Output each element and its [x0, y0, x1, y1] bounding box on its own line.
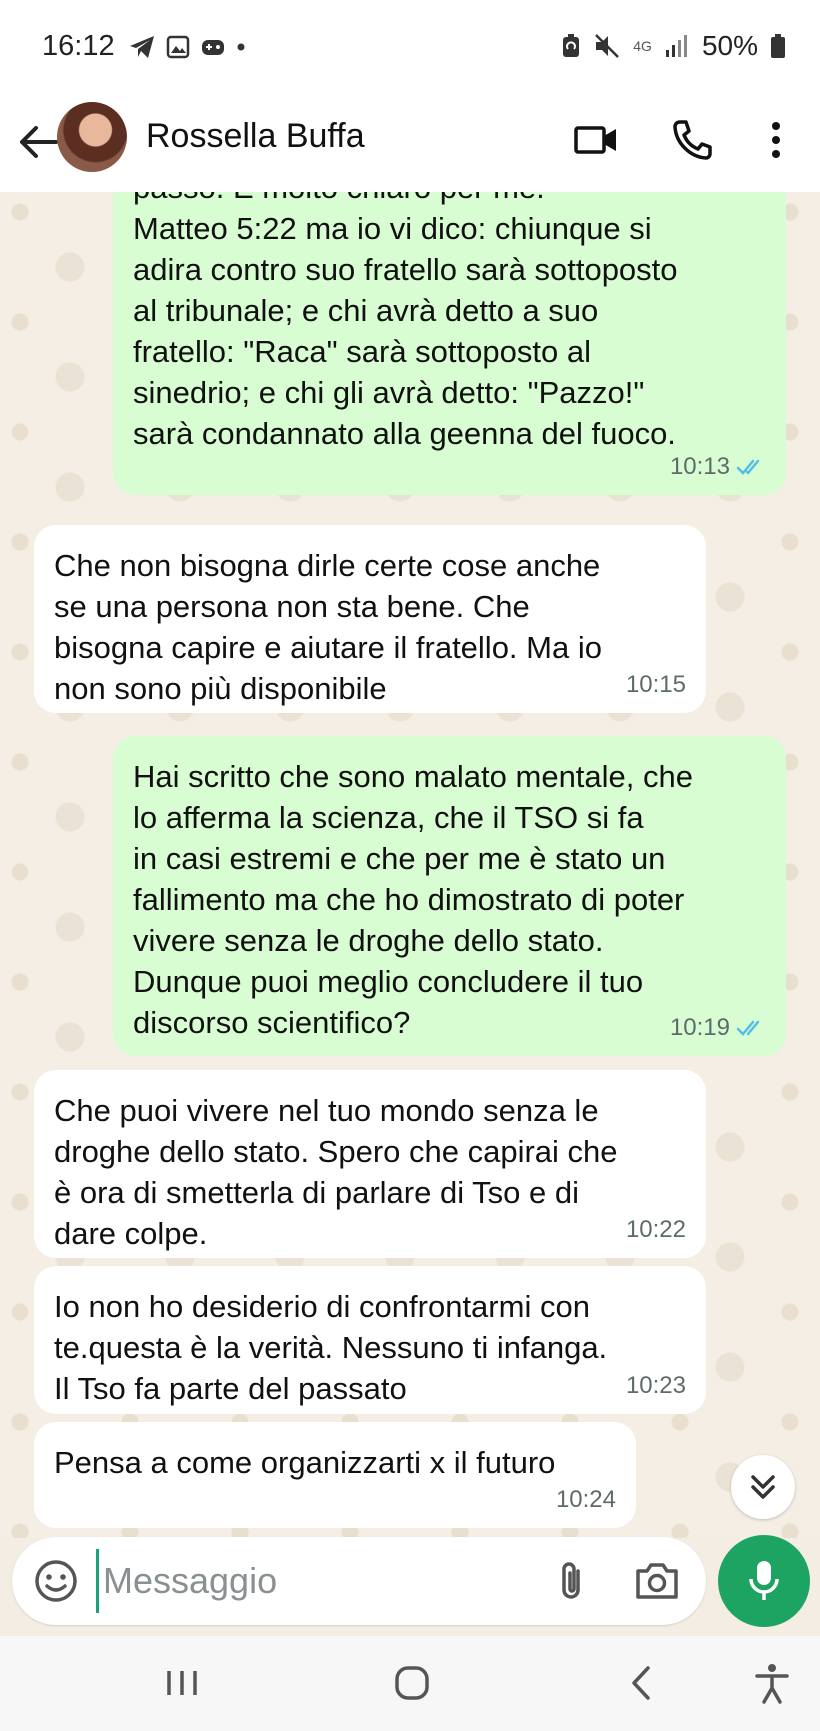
notification-icons: [128, 34, 246, 60]
chat-area[interactable]: passo. È molto chiaro per me. Matteo 5:2…: [0, 192, 820, 1538]
back-icon[interactable]: [617, 1658, 667, 1708]
video-call-icon[interactable]: [572, 116, 620, 164]
message-incoming[interactable]: Io non ho desiderio di confrontarmi con …: [34, 1266, 706, 1414]
message-meta: 10:22: [626, 1209, 686, 1250]
status-time: 16:12: [42, 30, 115, 62]
message-meta: 10:19: [670, 1007, 766, 1048]
system-icons: 4G 50%: [561, 30, 786, 62]
dot-icon: [237, 43, 245, 51]
message-input[interactable]: [96, 1549, 525, 1613]
double-chevron-down-icon: [751, 1475, 775, 1499]
mute-icon: [595, 34, 620, 58]
game-icon: [202, 40, 224, 55]
battery-percent: 50%: [701, 30, 758, 61]
contact-name[interactable]: Rossella Buffa: [146, 117, 365, 156]
mic-icon: [749, 1561, 779, 1600]
message-meta: 10:24: [556, 1479, 616, 1520]
message-text: Io non ho desiderio di confrontarmi con …: [54, 1289, 608, 1406]
recents-icon[interactable]: [157, 1658, 207, 1708]
signal-icon: [665, 35, 687, 57]
message-outgoing[interactable]: Hai scritto che sono malato mentale, che…: [113, 736, 786, 1056]
message-text: Che puoi vivere nel tuo mondo senza le d…: [54, 1093, 618, 1251]
gallery-icon: [166, 35, 190, 59]
read-ticks-icon: [736, 1020, 760, 1036]
message-outgoing[interactable]: passo. È molto chiaro per me. Matteo 5:2…: [113, 192, 786, 495]
avatar[interactable]: [57, 102, 127, 172]
message-time: 10:19: [669, 1014, 730, 1041]
camera-icon[interactable]: [632, 1557, 682, 1605]
message-meta: 10:15: [626, 664, 686, 705]
message-meta: 10:13: [670, 446, 766, 487]
message-text: Hai scritto che sono malato mentale, che…: [133, 759, 693, 1040]
status-bar: 16:12 4G 50%: [0, 0, 820, 96]
mic-button[interactable]: [718, 1535, 810, 1627]
message-text: Che non bisogna dirle certe cose anche s…: [54, 548, 602, 706]
message-meta: 10:23: [626, 1365, 686, 1406]
read-ticks-icon: [736, 459, 760, 475]
system-nav-bar: [0, 1636, 820, 1731]
attach-icon[interactable]: [548, 1557, 596, 1605]
message-incoming[interactable]: Pensa a come organizzarti x il futuro 10…: [34, 1422, 636, 1528]
more-vert-icon[interactable]: [754, 116, 798, 164]
back-arrow-icon[interactable]: [14, 118, 62, 166]
message-time: 10:22: [625, 1216, 686, 1243]
message-text: Pensa a come organizzarti x il futuro: [54, 1445, 556, 1480]
message-composer: [12, 1537, 706, 1625]
message-incoming[interactable]: Che non bisogna dirle certe cose anche s…: [34, 525, 706, 713]
message-time: 10:24: [555, 1486, 616, 1513]
message-time: 10:15: [625, 671, 686, 698]
message-incoming[interactable]: Che puoi vivere nel tuo mondo senza le d…: [34, 1070, 706, 1258]
phone-icon[interactable]: [668, 116, 716, 164]
message-time: 10:23: [625, 1372, 686, 1399]
accessibility-icon[interactable]: [747, 1658, 797, 1708]
scroll-to-bottom-button[interactable]: [731, 1455, 795, 1519]
message-time: 10:13: [669, 453, 730, 480]
battery-saver-icon: [563, 34, 580, 57]
battery-icon: [771, 34, 785, 58]
4g-icon: 4G: [633, 38, 652, 54]
message-text: passo. È molto chiaro per me. Matteo 5:2…: [133, 192, 678, 451]
telegram-icon: [130, 36, 154, 58]
emoji-icon[interactable]: [32, 1557, 80, 1605]
home-icon[interactable]: [387, 1658, 437, 1708]
